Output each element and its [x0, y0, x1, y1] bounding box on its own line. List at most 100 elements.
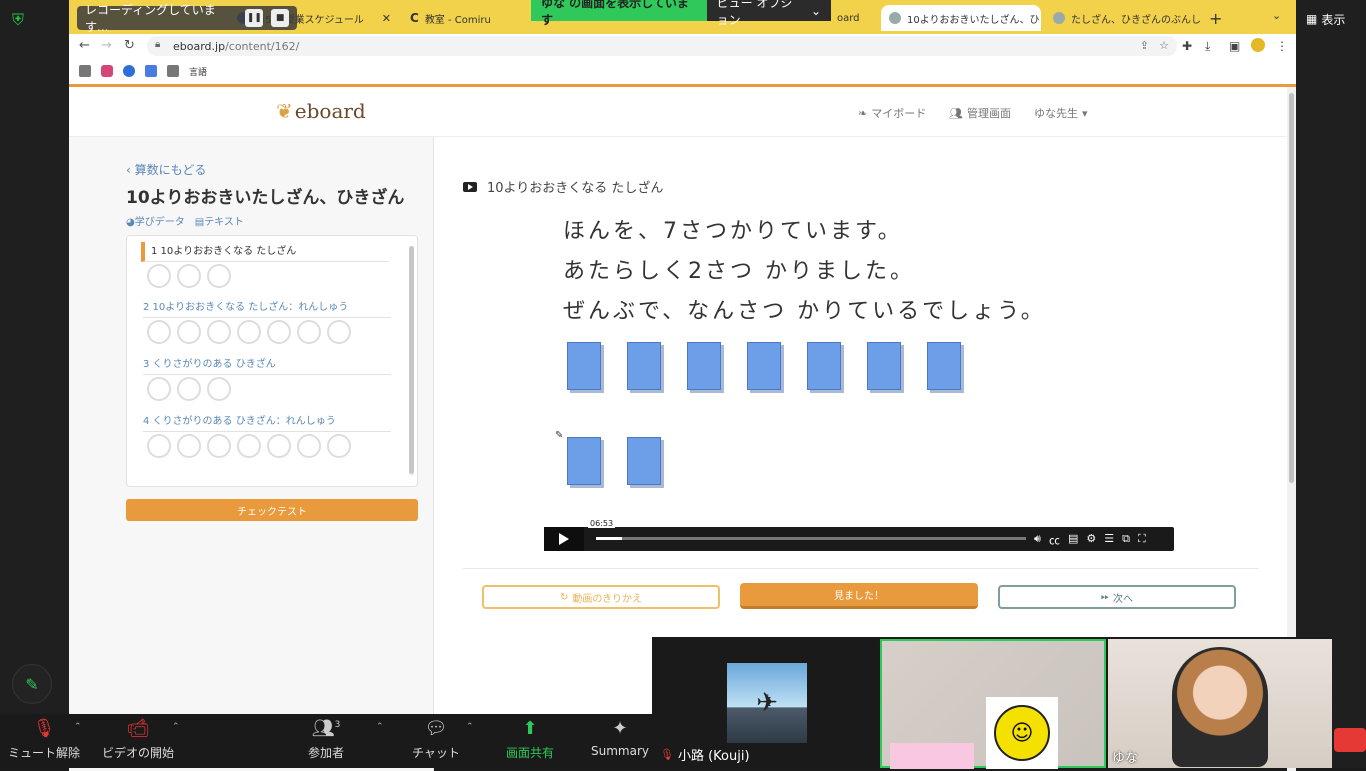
tab-search-icon[interactable]: ⌄	[1272, 9, 1281, 22]
check-test-button[interactable]: チェックテスト	[126, 499, 418, 521]
download-icon[interactable]: ⤓	[1205, 39, 1210, 54]
volume-icon[interactable]: 🔊︎	[1034, 532, 1041, 548]
star-icon[interactable]: ☆	[1159, 39, 1169, 52]
sidepanel-icon[interactable]: ▣	[1229, 39, 1240, 53]
book-icon	[567, 342, 601, 390]
refresh-icon: ↻	[559, 591, 569, 603]
tab-eboard-partial[interactable]: oard	[829, 5, 879, 31]
participant-tile-yuna[interactable]: ゆな	[1108, 639, 1332, 768]
caret-up-icon[interactable]: ⌃	[74, 722, 82, 732]
chapters-icon[interactable]: ☰	[1104, 532, 1114, 548]
document-icon: ▤	[194, 217, 205, 228]
video-progress-fill	[596, 537, 622, 540]
folder-icon[interactable]	[167, 65, 179, 77]
logo-text: eboard	[294, 99, 366, 123]
tab-label: たしざん、ひきざんのぶんしょう	[1071, 14, 1200, 26]
url-bar[interactable]: 🔒︎ eboard.jp/content/162/ ⇪ ☆	[147, 36, 1177, 56]
nav-admin[interactable]: 👥︎ 管理画面	[949, 105, 1011, 121]
video-title: 10よりおおきくなる たしざん	[463, 177, 663, 196]
caret-down-icon: ▾	[1082, 106, 1088, 120]
profile-avatar[interactable]	[1251, 38, 1265, 52]
settings-icon[interactable]: ⚙	[1086, 532, 1096, 548]
book-icon	[747, 342, 781, 390]
progress-circle	[147, 320, 171, 344]
lesson-item-1[interactable]: 1 10よりおおきくなる たしざん	[141, 242, 389, 262]
progress-circle	[147, 377, 171, 401]
question-line-2: あたらしく2さつ かりました。	[563, 259, 915, 284]
captions-icon[interactable]: ㏄	[1049, 532, 1060, 548]
caret-up-icon[interactable]: ⌃	[376, 722, 384, 732]
nav-user-menu[interactable]: ゆな先生 ▾	[1034, 105, 1088, 121]
progress-circle	[297, 320, 321, 344]
page-scrollbar-thumb[interactable]	[1289, 93, 1294, 483]
participant-name-kouji: 🎙︎ 小路 (Kouji)	[660, 745, 750, 764]
next-button[interactable]: ⏩︎ 次へ	[998, 585, 1236, 609]
annotate-pencil-icon[interactable]: ✎	[12, 664, 52, 704]
lock-icon[interactable]: 🔒︎	[155, 39, 160, 50]
link-label: 学びデータ	[134, 217, 185, 228]
c-bookmark-icon[interactable]	[123, 65, 135, 77]
miniplayer-icon[interactable]: ⧉	[1122, 532, 1130, 548]
participant-name: ゆな	[1112, 751, 1139, 766]
lesson-item-4[interactable]: 4 くりさがりのある ひきざん：れんしゅう	[143, 412, 391, 432]
watched-button[interactable]: 見ました！	[740, 583, 978, 609]
globe-icon	[889, 12, 901, 24]
leave-meeting-button[interactable]	[1334, 728, 1366, 752]
share-icon[interactable]: ⇪	[1140, 39, 1149, 52]
play-button[interactable]	[544, 527, 584, 551]
share-screen-icon: ⬆	[522, 718, 538, 739]
reload-icon[interactable]: ↻	[124, 38, 135, 53]
lesson-item-3[interactable]: 3 くりさがりのある ひきざん	[143, 355, 391, 375]
switch-video-button[interactable]: ↻ 動画のきりかえ	[482, 585, 720, 609]
folder-icon[interactable]	[79, 65, 91, 77]
instagram-icon[interactable]	[101, 65, 113, 77]
video-gallery: ✈ ☺ ゆな	[652, 637, 1332, 769]
text-link[interactable]: ▤テキスト	[195, 213, 244, 228]
summary-label: Summary	[591, 744, 649, 758]
video-progress-bar[interactable]	[596, 537, 1026, 540]
participants-button[interactable]: 👥︎3 参加者	[284, 718, 368, 761]
book-icon	[627, 342, 661, 390]
book-icon	[927, 342, 961, 390]
nav-label: ゆな先生	[1034, 107, 1078, 120]
progress-circle	[267, 434, 291, 458]
menu-icon[interactable]: ⋮	[1276, 39, 1288, 53]
lesson-scrollbar-thumb[interactable]	[409, 246, 414, 474]
translate-icon[interactable]	[145, 65, 157, 77]
pause-recording-button[interactable]: ❚❚	[245, 9, 264, 27]
progress-circle	[177, 264, 201, 288]
lesson-item-2[interactable]: 2 10よりおおきくなる たしざん：れんしゅう	[143, 298, 391, 318]
progress-circle	[147, 434, 171, 458]
bookmark-label[interactable]: 言語	[189, 65, 207, 78]
grid-icon: ▦	[1306, 12, 1318, 26]
transcript-icon[interactable]: ▤	[1068, 532, 1078, 548]
progress-circle	[177, 377, 201, 401]
redaction-bar	[890, 743, 974, 769]
back-icon[interactable]: ←	[79, 38, 90, 53]
learning-data-link[interactable]: ◕学びデータ	[126, 213, 185, 228]
participant-tile-active-speaker[interactable]: ☺	[880, 639, 1106, 769]
caret-up-icon[interactable]: ⌃	[172, 722, 180, 732]
back-to-math-link[interactable]: ‹ 算数にもどる	[126, 161, 206, 178]
lesson-list: 1 10よりおおきくなる たしざん 2 10よりおおきくなる たしざん：れんしゅ…	[126, 235, 418, 487]
view-options-button[interactable]: ビュー オプション ⌄	[706, 0, 831, 27]
new-tab-button[interactable]: +	[1209, 9, 1222, 28]
books-illustration	[567, 342, 987, 502]
eboard-logo[interactable]: ❦ eboard	[276, 99, 366, 123]
share-screen-button[interactable]: ⬆ 画面共有	[488, 718, 572, 761]
tab-current[interactable]: 10よりおおきいたしざん、ひき ✕	[881, 5, 1041, 31]
summary-button[interactable]: ✦ Summary	[578, 718, 662, 758]
stop-recording-button[interactable]: ■	[271, 9, 289, 27]
display-options-button[interactable]: ▦ 表示	[1306, 8, 1362, 30]
mic-muted-icon: 🎙︎	[660, 748, 674, 761]
fullscreen-icon[interactable]: ⛶	[1138, 532, 1146, 548]
share-notice: ゆな の画面を表示しています	[531, 0, 707, 27]
caret-up-icon[interactable]: ⌃	[466, 722, 474, 732]
nav-myboard[interactable]: ❧ マイボード	[858, 105, 926, 121]
start-video-button[interactable]: 📹︎ ビデオの開始	[96, 718, 180, 761]
forward-icon[interactable]: →	[101, 38, 112, 53]
summary-icon: ✦	[612, 718, 628, 739]
close-icon[interactable]: ✕	[382, 12, 391, 25]
extensions-icon[interactable]: ✚	[1182, 39, 1192, 53]
tab-bunsho[interactable]: たしざん、ひきざんのぶんしょう ✕	[1045, 5, 1200, 31]
